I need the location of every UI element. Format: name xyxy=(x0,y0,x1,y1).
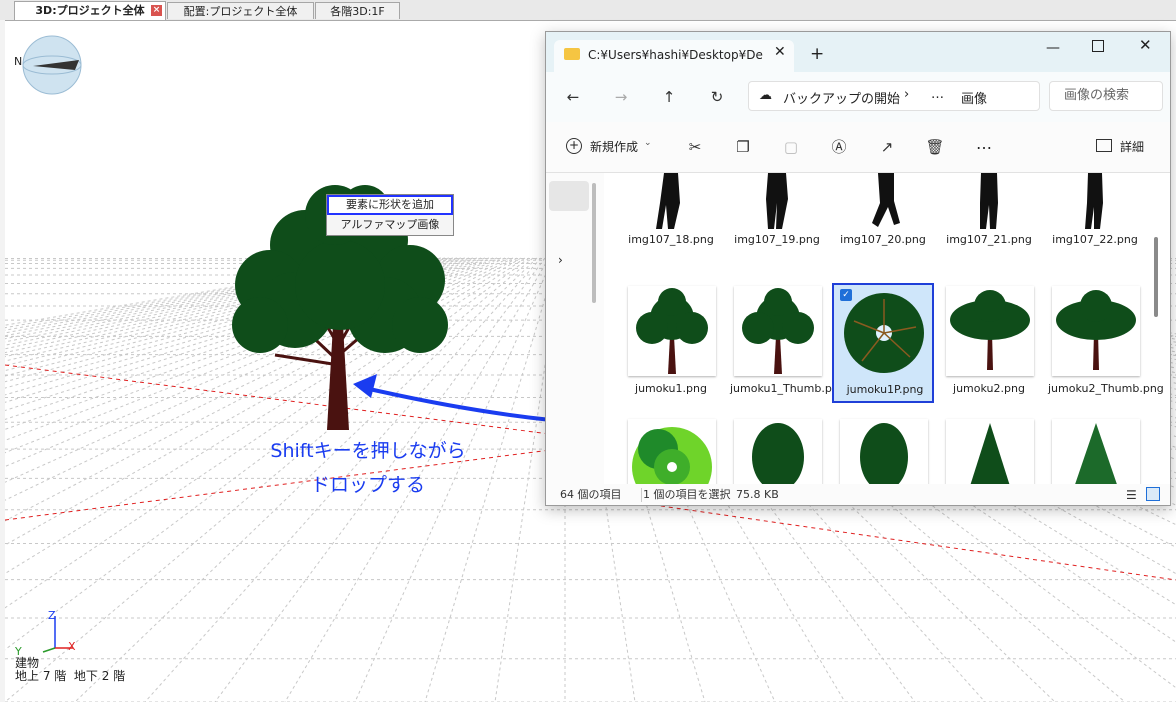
address-segment-backup[interactable]: バックアップの開始 xyxy=(783,88,900,107)
compass-north-label: N xyxy=(14,55,23,68)
close-window-icon[interactable]: ✕ xyxy=(1139,36,1152,54)
file-tile[interactable]: jumoku1_Thumb.png xyxy=(730,286,846,411)
file-list-scrollbar[interactable] xyxy=(1153,177,1159,482)
share-icon[interactable]: ↗ xyxy=(874,134,900,160)
up-arrow-icon[interactable]: ↑ xyxy=(656,84,682,110)
more-options-button[interactable]: … xyxy=(976,134,992,153)
backup-cloud-icon: ☁ xyxy=(759,88,772,103)
navigation-pane[interactable]: › xyxy=(546,173,603,484)
plus-circle-icon: + xyxy=(566,138,582,154)
tree-thumbnail xyxy=(1052,286,1140,376)
compass-icon[interactable] xyxy=(19,33,83,97)
tab-layout-project[interactable]: 配置:プロジェクト全体 xyxy=(167,2,314,19)
file-name: jumoku1P.png xyxy=(846,383,924,396)
tab-label: 3D:プロジェクト全体 xyxy=(35,4,145,17)
file-name: img107_19.png xyxy=(734,233,820,246)
person-thumbnail xyxy=(1085,173,1103,229)
file-name: jumoku2_Thumb.png xyxy=(1048,382,1164,395)
file-tile[interactable]: jumoku2.png xyxy=(942,286,1036,411)
file-name: img107_18.png xyxy=(628,233,714,246)
tree-top-thumbnail xyxy=(840,287,928,377)
file-list[interactable]: img107_18.png img107_19.png img107_20.pn… xyxy=(604,173,1170,484)
command-bar: + 新規作成 ⌄ ✂ ❐ ▢ Ⓐ ↗ 🗑 … 詳細 xyxy=(546,122,1170,173)
refresh-icon[interactable]: ↻ xyxy=(704,84,730,110)
item-count: 64 個の項目 xyxy=(560,488,622,501)
rename-icon[interactable]: Ⓐ xyxy=(826,134,852,160)
chevron-right-icon: › xyxy=(904,87,910,102)
file-name: jumoku1_Thumb.png xyxy=(730,382,846,395)
list-view-icon[interactable]: ☰ xyxy=(1126,489,1137,501)
back-arrow-icon[interactable]: ← xyxy=(560,84,586,110)
cut-icon[interactable]: ✂ xyxy=(682,134,708,160)
file-name: jumoku2.png xyxy=(953,382,1025,395)
document-tab-bar: 3D:プロジェクト全体 × 配置:プロジェクト全体 各階3D:1F xyxy=(0,0,1176,21)
details-button[interactable]: 詳細 xyxy=(1120,138,1144,155)
new-item-button[interactable]: 新規作成 xyxy=(590,138,638,155)
tree-thumbnail xyxy=(734,286,822,376)
tree-thumbnail xyxy=(628,286,716,376)
conifer-thumbnail xyxy=(946,419,1034,484)
x-axis-label: X xyxy=(68,640,76,653)
file-tile-selected[interactable]: ✓ jumoku1P.png xyxy=(832,283,934,403)
nav-item-selected[interactable] xyxy=(549,181,589,211)
copy-icon[interactable]: ❐ xyxy=(730,134,756,160)
context-menu: 要素に形状を追加 アルファマップ画像 xyxy=(326,194,454,236)
details-pane-icon xyxy=(1096,139,1112,152)
forward-arrow-icon[interactable]: → xyxy=(608,84,634,110)
file-name: jumoku1.png xyxy=(635,382,707,395)
add-shape-menu-item[interactable]: 要素に形状を追加 xyxy=(327,195,453,215)
nav-scrollbar[interactable] xyxy=(592,183,596,303)
person-thumbnail xyxy=(980,173,998,229)
file-name: img107_22.png xyxy=(1052,233,1138,246)
search-input[interactable]: 画像の検索 xyxy=(1049,81,1163,111)
person-thumbnail xyxy=(766,173,788,229)
floors-label: 地上 7 階 地下 2 階 xyxy=(15,669,126,683)
explorer-titlebar[interactable]: C:¥Users¥hashi¥Desktop¥Dem ✕ + — ✕ xyxy=(546,32,1170,72)
paste-icon[interactable]: ▢ xyxy=(778,134,804,160)
instruction-text-line2: ドロップする xyxy=(310,474,425,496)
delete-icon[interactable]: 🗑 xyxy=(922,134,948,160)
person-thumbnail xyxy=(872,173,900,227)
tile-view-icon[interactable] xyxy=(1146,487,1160,501)
file-name: img107_21.png xyxy=(946,233,1032,246)
tree-thumbnail xyxy=(946,286,1034,376)
selected-size: 75.8 KB xyxy=(736,488,779,501)
minimize-icon[interactable]: — xyxy=(1046,40,1060,56)
explorer-tab[interactable]: C:¥Users¥hashi¥Desktop¥Dem ✕ xyxy=(554,40,794,72)
conifer-thumbnail xyxy=(1052,419,1140,484)
address-bar[interactable]: ☁ バックアップの開始 › … 画像 xyxy=(748,81,1040,111)
selected-count: 1 個の項目を選択 xyxy=(643,488,731,501)
address-segment-images[interactable]: 画像 xyxy=(961,88,987,107)
status-divider xyxy=(641,488,642,502)
tree-thumbnail xyxy=(734,419,822,484)
tab-floor-3d[interactable]: 各階3D:1F xyxy=(315,2,400,19)
status-bar: 64 個の項目 1 個の項目を選択 75.8 KB ☰ xyxy=(546,484,1170,506)
z-axis-label: Z xyxy=(48,609,56,622)
tab-3d-project[interactable]: 3D:プロジェクト全体 × xyxy=(14,1,166,20)
folder-icon xyxy=(564,48,580,60)
tree-thumbnail xyxy=(840,419,928,484)
close-tab-icon[interactable]: ✕ xyxy=(774,44,786,60)
file-tile[interactable]: jumoku1.png xyxy=(624,286,718,411)
address-ellipsis[interactable]: … xyxy=(931,87,944,102)
alphamap-menu-item[interactable]: アルファマップ画像 xyxy=(327,215,453,235)
tab-label: 配置:プロジェクト全体 xyxy=(183,5,298,18)
close-icon[interactable]: × xyxy=(151,5,162,16)
chevron-down-icon: ⌄ xyxy=(644,138,652,148)
file-name: img107_20.png xyxy=(840,233,926,246)
explorer-tab-title: C:¥Users¥hashi¥Desktop¥Dem xyxy=(588,48,763,62)
maximize-icon[interactable] xyxy=(1092,40,1104,52)
person-thumbnail xyxy=(656,173,680,229)
tab-label: 各階3D:1F xyxy=(330,5,385,18)
new-tab-button[interactable]: + xyxy=(810,44,824,64)
expand-chevron-icon[interactable]: › xyxy=(558,253,563,267)
tree-top-thumbnail xyxy=(628,419,716,484)
file-tile[interactable]: jumoku2_Thumb.png xyxy=(1048,286,1164,411)
file-explorer-window[interactable]: C:¥Users¥hashi¥Desktop¥Dem ✕ + — ✕ ← → ↑… xyxy=(545,31,1171,506)
